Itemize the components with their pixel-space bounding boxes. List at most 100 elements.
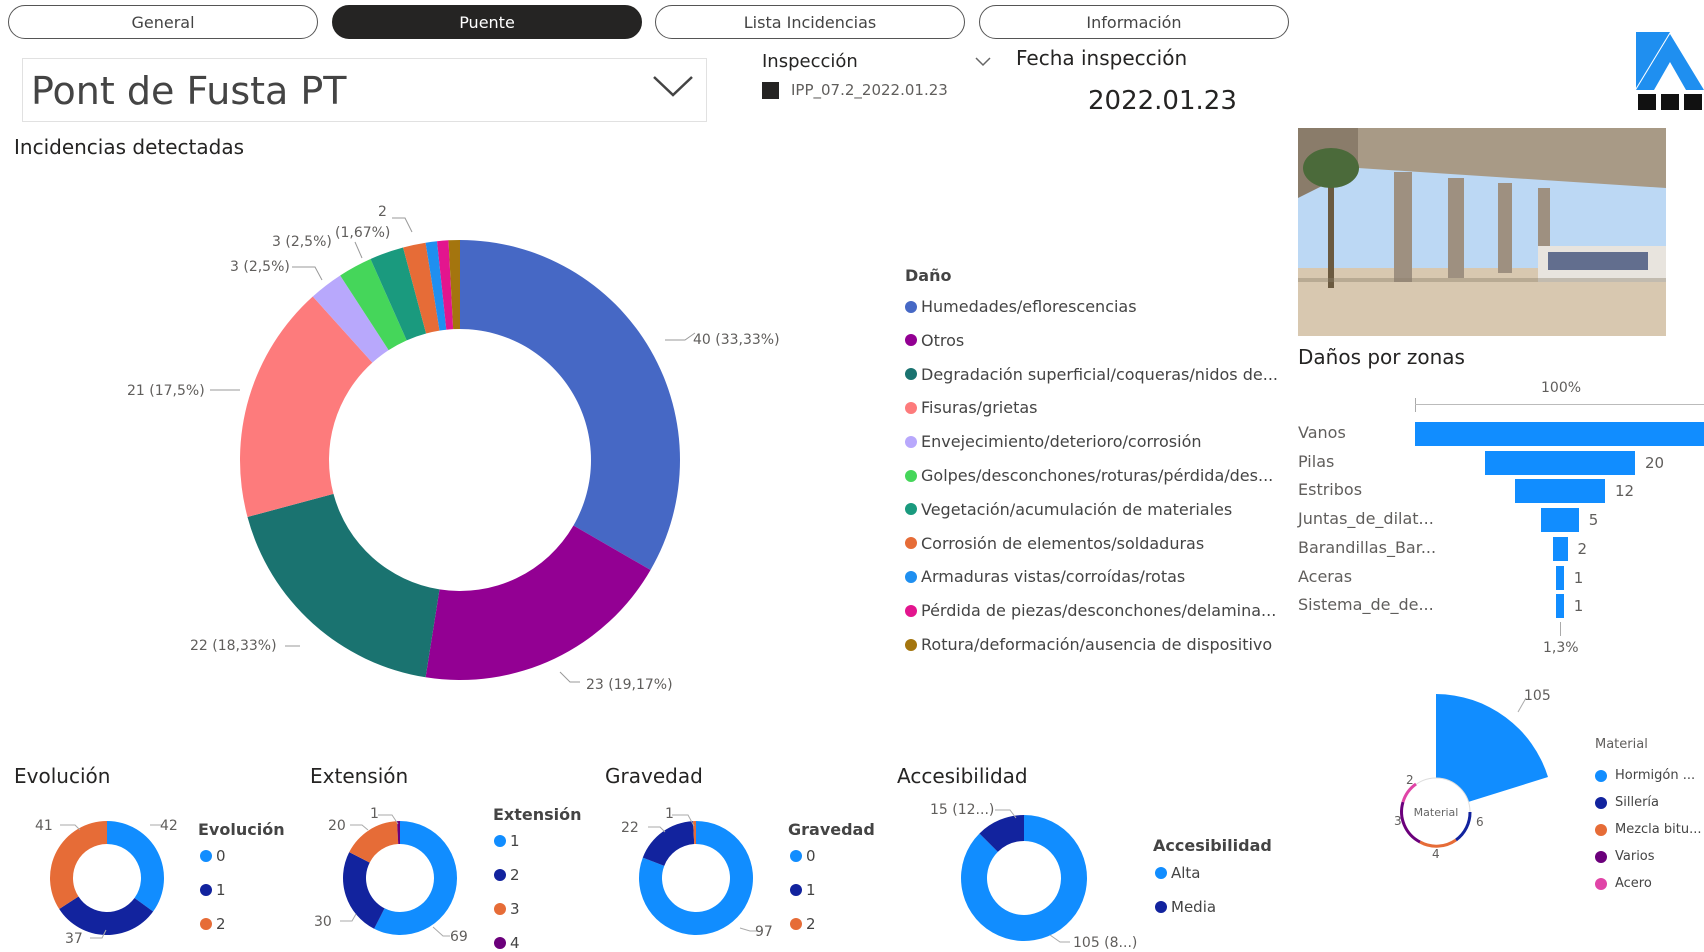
gravedad-slice-1[interactable] (642, 821, 695, 866)
legend-dot-icon (200, 918, 212, 930)
legend-dot-icon (905, 469, 917, 482)
legend-item[interactable]: 0 (200, 847, 226, 865)
material-legend-title: Material (1595, 737, 1648, 752)
legend-item[interactable]: Envejecimiento/deterioro/corrosión (905, 432, 1202, 451)
tab-puente[interactable]: Puente (332, 5, 642, 39)
legend-label: Acero (1615, 876, 1652, 891)
legend-item[interactable]: Corrosión de elementos/soldaduras (905, 534, 1204, 553)
zone-bar-value: 20 (1645, 453, 1665, 472)
bridge-photo (1298, 128, 1666, 336)
zone-bar[interactable] (1485, 450, 1635, 475)
funnel-top-label: 100% (1541, 380, 1582, 396)
data-label: 97 (755, 924, 773, 940)
legend-item[interactable]: 2 (200, 915, 226, 933)
zone-category-label: Estribos (1298, 480, 1363, 500)
data-label: 3 (2,5%) (272, 234, 332, 250)
data-label: 6 (1476, 815, 1484, 829)
gravedad-title: Gravedad (605, 764, 703, 788)
legend-item[interactable]: 2 (790, 915, 816, 933)
date-value: 2022.01.23 (1088, 86, 1237, 116)
gravedad-legend-title: Gravedad (788, 820, 875, 839)
legend-item[interactable]: Vegetación/acumulación de materiales (905, 500, 1232, 519)
legend-label: 1 (510, 832, 520, 850)
data-label: 3 (2,5%) (230, 259, 290, 275)
legend-label: Media (1171, 898, 1217, 916)
checkbox-checked-icon[interactable] (762, 81, 779, 99)
legend-dot-icon (1595, 769, 1607, 782)
legend-item[interactable]: 4 (494, 934, 520, 952)
legend-item[interactable]: Armaduras vistas/corroídas/rotas (905, 567, 1185, 586)
data-label: 1 (665, 806, 674, 822)
data-label: 2 (378, 204, 387, 220)
legend-label: Mezcla bitu... (1615, 822, 1702, 837)
legend-item[interactable]: 3 (494, 900, 520, 918)
legend-item[interactable]: Varios (1595, 849, 1655, 864)
legend-label: Hormigón ... (1615, 768, 1696, 783)
legend-label: 0 (216, 847, 226, 865)
legend-item[interactable]: Alta (1155, 864, 1201, 882)
zone-bar[interactable] (1556, 565, 1564, 590)
tab-general[interactable]: General (8, 5, 318, 39)
inspection-slicer-item[interactable]: IPP_07.2_2022.01.23 (762, 81, 948, 99)
evolucion-slice-0[interactable] (107, 821, 164, 912)
chevron-down-icon[interactable] (975, 56, 991, 68)
zone-category-label: Barandillas_Bar... (1298, 537, 1437, 557)
data-label: 2 (1406, 773, 1414, 787)
legend-dot-icon (905, 435, 917, 448)
inspection-slicer-header: Inspección (762, 51, 858, 72)
data-label: 40 (33,33%) (693, 332, 780, 348)
zone-bar[interactable] (1556, 594, 1564, 619)
legend-dot-icon (905, 334, 917, 347)
legend-dot-icon (200, 884, 212, 896)
donut-slice-0[interactable] (460, 240, 680, 570)
funnel-axis-tick (1415, 398, 1416, 412)
legend-item[interactable]: Mezcla bitu... (1595, 822, 1702, 837)
evolucion-slice-2[interactable] (50, 821, 107, 910)
zone-bar[interactable] (1515, 479, 1605, 504)
legend-dot-icon (790, 850, 802, 862)
data-label: 37 (65, 931, 83, 947)
zone-category-label: Sistema_de_de... (1298, 595, 1434, 615)
date-label: Fecha inspección (1016, 46, 1188, 70)
legend-item[interactable]: 1 (200, 881, 226, 899)
legend-label: Degradación superficial/coqueras/nidos d… (921, 364, 1278, 384)
legend-dot-icon (1155, 901, 1167, 913)
zone-bar[interactable] (1415, 422, 1704, 446)
legend-item[interactable]: Pérdida de piezas/desconchones/delamina.… (905, 601, 1276, 620)
legend-item[interactable]: 1 (790, 881, 816, 899)
legend-label: 3 (510, 900, 520, 918)
legend-label: 0 (806, 847, 816, 865)
chevron-down-icon[interactable] (652, 75, 694, 99)
evolucion-slice-1[interactable] (59, 896, 154, 935)
legend-item[interactable]: Rotura/deformación/ausencia de dispositi… (905, 635, 1272, 654)
legend-dot-icon (905, 300, 917, 313)
tab-informacion[interactable]: Información (979, 5, 1289, 39)
legend-item[interactable]: 1 (494, 832, 520, 850)
legend-item[interactable]: Otros (905, 331, 964, 350)
extension-slice-2[interactable] (343, 852, 385, 929)
tab-lista-incidencias[interactable]: Lista Incidencias (655, 5, 965, 39)
legend-item[interactable]: 0 (790, 847, 816, 865)
data-label: 3 (1394, 814, 1402, 828)
legend-label: 2 (510, 866, 520, 884)
legend-label: 2 (216, 915, 226, 933)
zone-bar-value: 5 (1588, 511, 1599, 530)
bridge-dropdown[interactable]: Pont de Fusta PT (22, 58, 707, 122)
legend-item[interactable]: Hormigón ... (1595, 768, 1695, 783)
data-label: 69 (450, 929, 468, 945)
legend-item[interactable]: Humedades/eflorescencias (905, 297, 1137, 316)
legend-item[interactable]: Golpes/desconchones/roturas/pérdida/des.… (905, 466, 1273, 485)
legend-item[interactable]: Fisuras/grietas (905, 398, 1038, 417)
zone-bar-value: 2 (1577, 539, 1588, 558)
legend-item[interactable]: Acero (1595, 876, 1652, 891)
accesibilidad-legend-title: Accesibilidad (1153, 836, 1272, 855)
zone-bar[interactable] (1541, 508, 1579, 533)
zone-bar[interactable] (1552, 536, 1568, 561)
legend-item[interactable]: 2 (494, 866, 520, 884)
legend-item[interactable]: Degradación superficial/coqueras/nidos d… (905, 365, 1278, 384)
legend-item[interactable]: Sillería (1595, 795, 1659, 810)
zones-chart-title: Daños por zonas (1298, 345, 1465, 369)
legend-item[interactable]: Media (1155, 898, 1216, 916)
legend-dot-icon (1595, 877, 1607, 890)
legend-dot-icon (494, 869, 506, 881)
